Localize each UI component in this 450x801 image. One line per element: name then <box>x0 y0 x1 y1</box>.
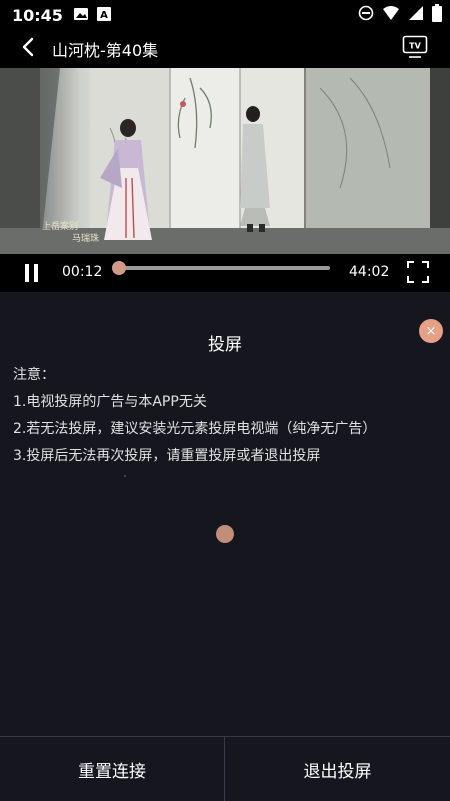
video-caption: 上岳案别 马瑞珠 <box>42 221 99 245</box>
progress-thumb[interactable] <box>112 261 127 275</box>
dnd-icon <box>358 5 374 25</box>
player-controls: 00:12 44:02 <box>0 254 450 292</box>
video-frame[interactable]: 上岳案别 马瑞珠 <box>0 68 450 254</box>
title-bar: 山河枕-第40集 TV <box>0 30 450 68</box>
cast-panel: 投屏 × 注意： 1.电视投屏的广告与本APP无关 2.若无法投屏，建议安装光元… <box>0 292 450 800</box>
status-bar: 10:45 A <box>0 0 450 30</box>
close-button[interactable]: × <box>419 319 443 343</box>
tv-icon-label: TV <box>409 42 421 51</box>
cast-notes: 注意： 1.电视投屏的广告与本APP无关 2.若无法投屏，建议安装光元素投屏电视… <box>13 362 376 470</box>
exit-cast-button[interactable]: 退出投屏 <box>225 737 450 801</box>
total-time: 44:02 <box>349 264 390 280</box>
decorative-dot <box>124 475 126 477</box>
loading-indicator <box>216 525 234 543</box>
text-icon: A <box>96 6 111 25</box>
svg-text:A: A <box>100 10 108 21</box>
wifi-icon <box>382 5 400 25</box>
cast-title: 投屏 <box>208 335 242 355</box>
back-button[interactable] <box>8 30 48 68</box>
note-item: 2.若无法投屏，建议安装光元素投屏电视端（纯净无广告） <box>13 421 377 437</box>
caption-name: 马瑞珠 <box>72 234 100 244</box>
tv-icon: TV <box>402 35 428 63</box>
pause-button[interactable] <box>22 261 42 285</box>
fullscreen-icon <box>406 261 430 288</box>
note-heading: 注意： <box>13 367 55 383</box>
video-title: 山河枕-第40集 <box>52 41 159 60</box>
close-icon: × <box>425 323 437 339</box>
note-item: 3.投屏后无法再次投屏，请重置投屏或者退出投屏 <box>13 448 321 464</box>
signal-icon <box>408 5 424 25</box>
battery-icon <box>432 4 442 26</box>
reset-connection-button[interactable]: 重置连接 <box>0 737 225 801</box>
back-arrow-icon <box>21 37 35 61</box>
current-time: 00:12 <box>62 264 103 280</box>
image-icon <box>73 6 89 25</box>
status-left-icons: A <box>73 6 111 25</box>
status-time: 10:45 <box>12 5 63 25</box>
pause-icon-bar <box>34 264 38 282</box>
bottom-action-bar: 重置连接 退出投屏 <box>0 736 450 801</box>
caption-role: 上岳案别 <box>42 222 79 232</box>
pause-icon <box>25 264 29 282</box>
fullscreen-button[interactable] <box>406 260 430 284</box>
status-right-icons <box>358 0 442 30</box>
note-item: 1.电视投屏的广告与本APP无关 <box>13 394 207 410</box>
progress-track[interactable] <box>118 266 330 270</box>
tv-cast-button[interactable]: TV <box>402 35 428 63</box>
